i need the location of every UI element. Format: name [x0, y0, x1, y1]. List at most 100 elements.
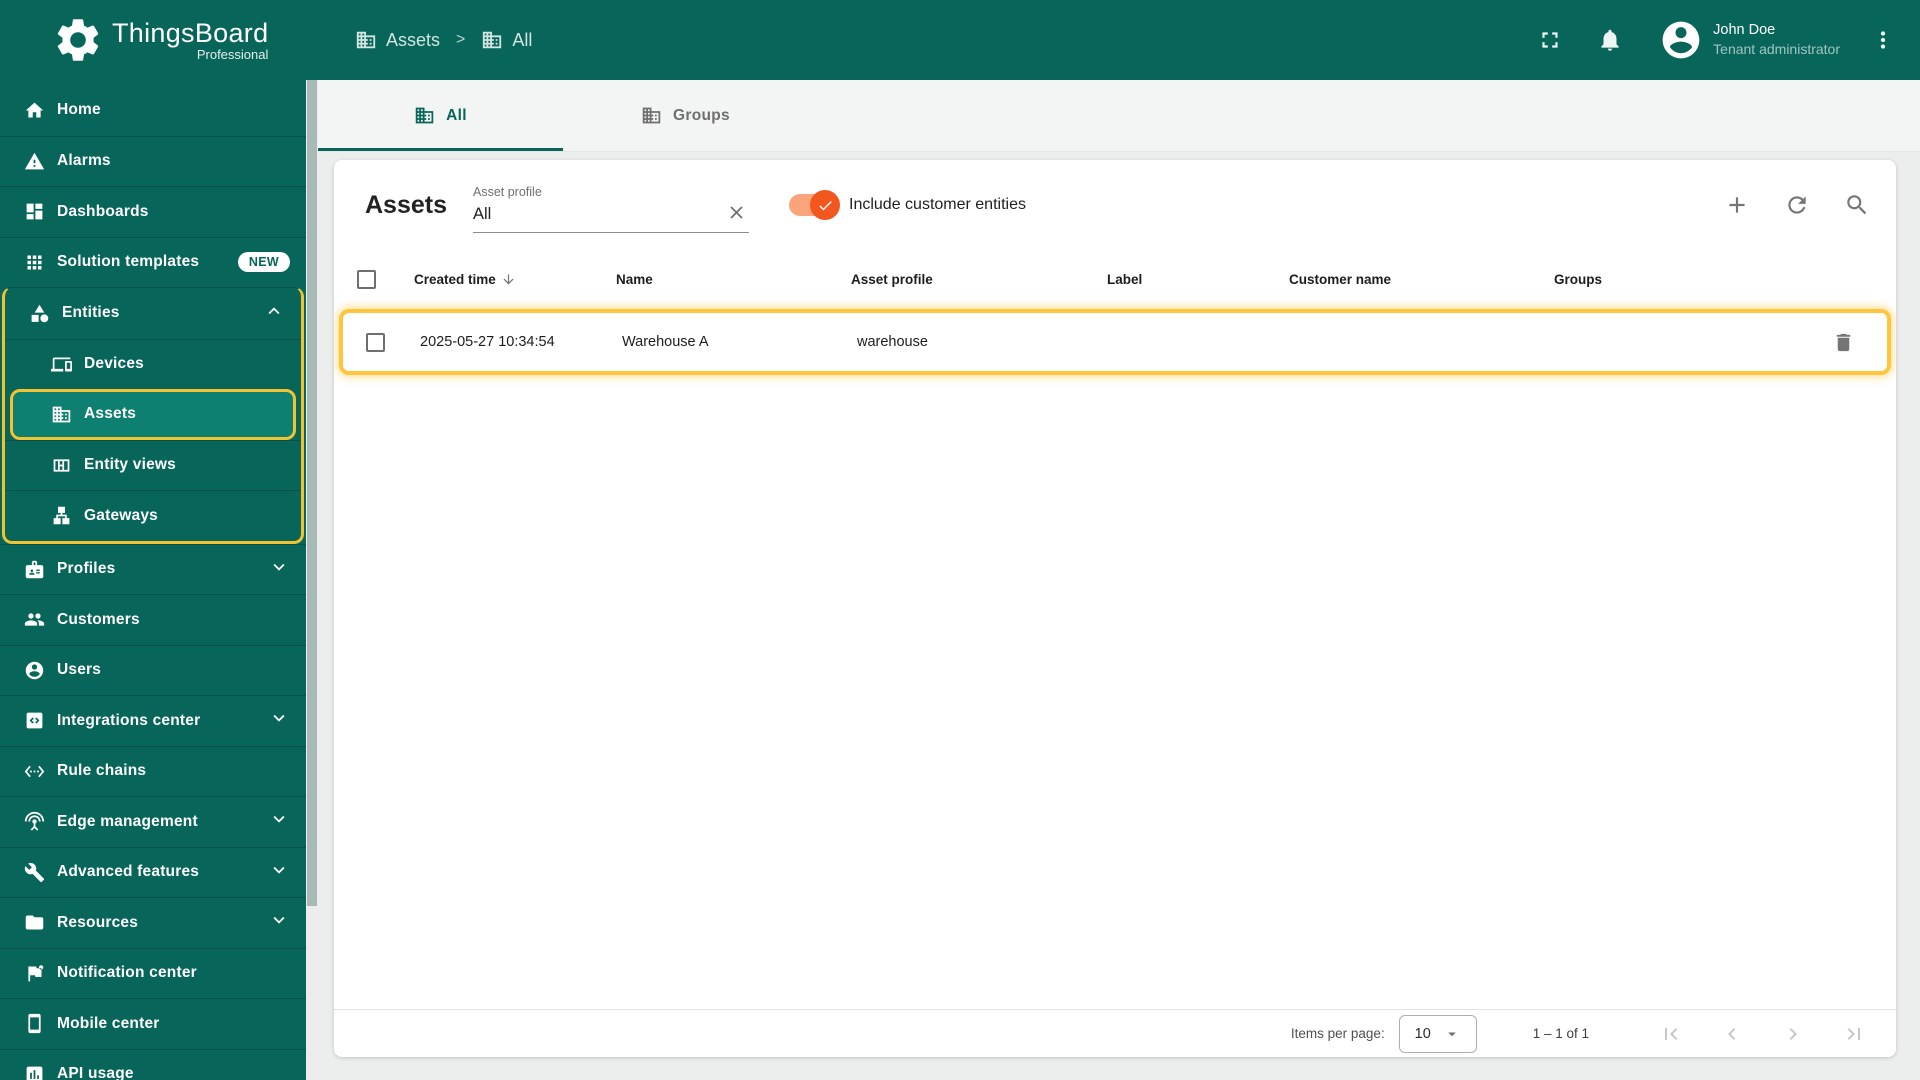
sidebar-item-edge-management[interactable]: Edge management	[0, 796, 306, 847]
cell-asset-profile: warehouse	[857, 334, 928, 350]
sidebar-item-gateways[interactable]: Gateways	[5, 490, 301, 541]
fullscreen-button[interactable]	[1537, 27, 1563, 53]
tab-all[interactable]: All	[318, 80, 563, 151]
pagination-controls	[1659, 1022, 1878, 1046]
devices-icon	[51, 357, 72, 372]
table-row[interactable]: 2025-05-27 10:34:54 Warehouse A warehouse	[339, 309, 1891, 375]
main-content: All Groups Assets Asset profile All Inclu…	[318, 80, 1920, 1080]
sidebar-item-rule-chains[interactable]: Rule chains	[0, 745, 306, 797]
column-header-label: Label	[1107, 271, 1143, 287]
add-asset-button[interactable]	[1724, 192, 1750, 218]
column-header-customer-name[interactable]: Customer name	[1273, 272, 1538, 287]
user-avatar[interactable]	[1659, 18, 1703, 62]
user-name: John Doe	[1713, 21, 1776, 38]
delete-asset-button[interactable]	[1832, 331, 1855, 354]
sidebar-item-advanced-features[interactable]: Advanced features	[0, 846, 306, 898]
sidebar-item-users[interactable]: Users	[0, 644, 306, 696]
sidebar-item-label: Profiles	[57, 560, 116, 578]
cell-name: Warehouse A	[622, 334, 709, 350]
page-size-select[interactable]: 10	[1398, 1014, 1477, 1053]
column-header-label: Created time	[414, 271, 496, 287]
next-page-button[interactable]	[1781, 1022, 1805, 1046]
page-range-label: 1 – 1 of 1	[1532, 1026, 1589, 1041]
breadcrumb-label: Assets	[386, 29, 441, 50]
notifications-button[interactable]	[1597, 27, 1623, 53]
column-header-name[interactable]: Name	[600, 272, 835, 287]
avatar-icon	[1662, 21, 1700, 59]
tab-label: All	[446, 106, 467, 124]
sidebar-item-profiles[interactable]: Profiles	[0, 543, 306, 595]
breadcrumb-item-assets[interactable]: Assets	[355, 29, 440, 51]
sidebar-item-assets[interactable]: Assets	[10, 389, 296, 440]
cell-created-time: 2025-05-27 10:34:54	[420, 334, 555, 350]
sidebar-item-mobile-center[interactable]: Mobile center	[0, 998, 306, 1049]
integrations-center-icon	[26, 712, 43, 729]
header-right-controls: John Doe Tenant administrator	[1537, 0, 1896, 80]
search-icon	[1847, 195, 1867, 215]
caret-down-icon	[1448, 1032, 1456, 1036]
sidebar-item-label: Assets	[84, 405, 137, 423]
sidebar-item-customers[interactable]: Customers	[0, 594, 306, 645]
sidebar-item-solution-templates[interactable]: Solution templates NEW	[0, 236, 306, 288]
column-header-groups[interactable]: Groups	[1538, 272, 1808, 287]
refresh-button[interactable]	[1784, 192, 1810, 218]
row-checkbox[interactable]	[365, 332, 385, 352]
delete-icon	[1836, 333, 1850, 351]
domain-icon	[483, 31, 502, 49]
search-button[interactable]	[1844, 192, 1870, 218]
sidebar-item-integrations-center[interactable]: Integrations center	[0, 695, 306, 746]
table-empty-area	[334, 375, 1896, 1009]
sidebar-item-devices[interactable]: Devices	[5, 338, 301, 390]
sidebar-item-alarms[interactable]: Alarms	[0, 135, 306, 187]
thingsboard-logo[interactable]: ThingsBoard Professional	[52, 14, 268, 66]
chevron-down-icon	[273, 816, 285, 823]
more-menu-button[interactable]	[1870, 27, 1896, 53]
add-icon	[1729, 197, 1745, 213]
column-header-created-time[interactable]: Created time	[398, 272, 600, 287]
sidebar-item-label: Resources	[57, 913, 139, 931]
last-page-button[interactable]	[1842, 1022, 1866, 1046]
chevron-up-icon-wrap	[263, 300, 285, 327]
column-header-asset-profile[interactable]: Asset profile	[835, 272, 1091, 287]
sidebar-item-label: Alarms	[57, 152, 111, 170]
sidebar-item-entity-views[interactable]: Entity views	[5, 439, 301, 491]
asset-profile-filter-value[interactable]: All	[473, 205, 726, 224]
include-customer-entities-toggle[interactable]: Include customer entities	[789, 190, 1026, 220]
breadcrumb-item-all[interactable]: All	[481, 29, 532, 51]
sidebar-item-dashboards[interactable]: Dashboards	[0, 186, 306, 237]
logo-title: ThingsBoard	[112, 18, 269, 48]
entities-group-highlight: Entities Devices Assets Entity views Gateway…	[2, 287, 304, 544]
sidebar-item-label: API usage	[57, 1065, 134, 1080]
breadcrumb-separator: >	[456, 31, 466, 48]
sidebar-item-label: Dashboards	[57, 202, 149, 220]
tab-groups[interactable]: Groups	[563, 80, 808, 151]
clear-filter-button[interactable]	[726, 202, 747, 226]
first-page-button[interactable]	[1659, 1022, 1683, 1046]
toggle-switch[interactable]	[789, 190, 840, 220]
customers-icon	[24, 613, 45, 626]
close-icon	[730, 206, 743, 219]
column-header-label[interactable]: Label	[1091, 272, 1273, 287]
asset-profile-filter[interactable]: Asset profile All	[473, 177, 749, 233]
sidebar-item-resources[interactable]: Resources	[0, 897, 306, 948]
column-header-label: Customer name	[1289, 271, 1392, 287]
sidebar-item-home[interactable]: Home	[0, 85, 306, 136]
select-all-checkbox[interactable]	[356, 269, 376, 289]
thingsboard-logo-icon	[57, 19, 99, 61]
sidebar-item-label: Edge management	[57, 812, 198, 830]
bell-icon	[1601, 29, 1619, 51]
sidebar-item-label: Gateways	[84, 506, 158, 524]
domain-icon	[356, 31, 376, 49]
user-role: Tenant administrator	[1713, 41, 1840, 58]
sidebar-item-api-usage[interactable]: API usage	[0, 1048, 306, 1080]
user-info[interactable]: John Doe Tenant administrator	[1713, 21, 1840, 59]
chevron-down-icon	[273, 917, 285, 924]
sidebar-scrollbar-thumb[interactable]	[307, 80, 317, 906]
sidebar-item-entities[interactable]: Entities	[5, 288, 301, 339]
sidebar-item-notification-center[interactable]: Notification center	[0, 947, 306, 999]
sidebar-scrollbar[interactable]	[306, 80, 318, 1080]
previous-page-button[interactable]	[1720, 1022, 1744, 1046]
chevron-left-icon	[1728, 1027, 1736, 1040]
new-badge: NEW	[237, 252, 290, 273]
domain-icon	[642, 107, 661, 124]
